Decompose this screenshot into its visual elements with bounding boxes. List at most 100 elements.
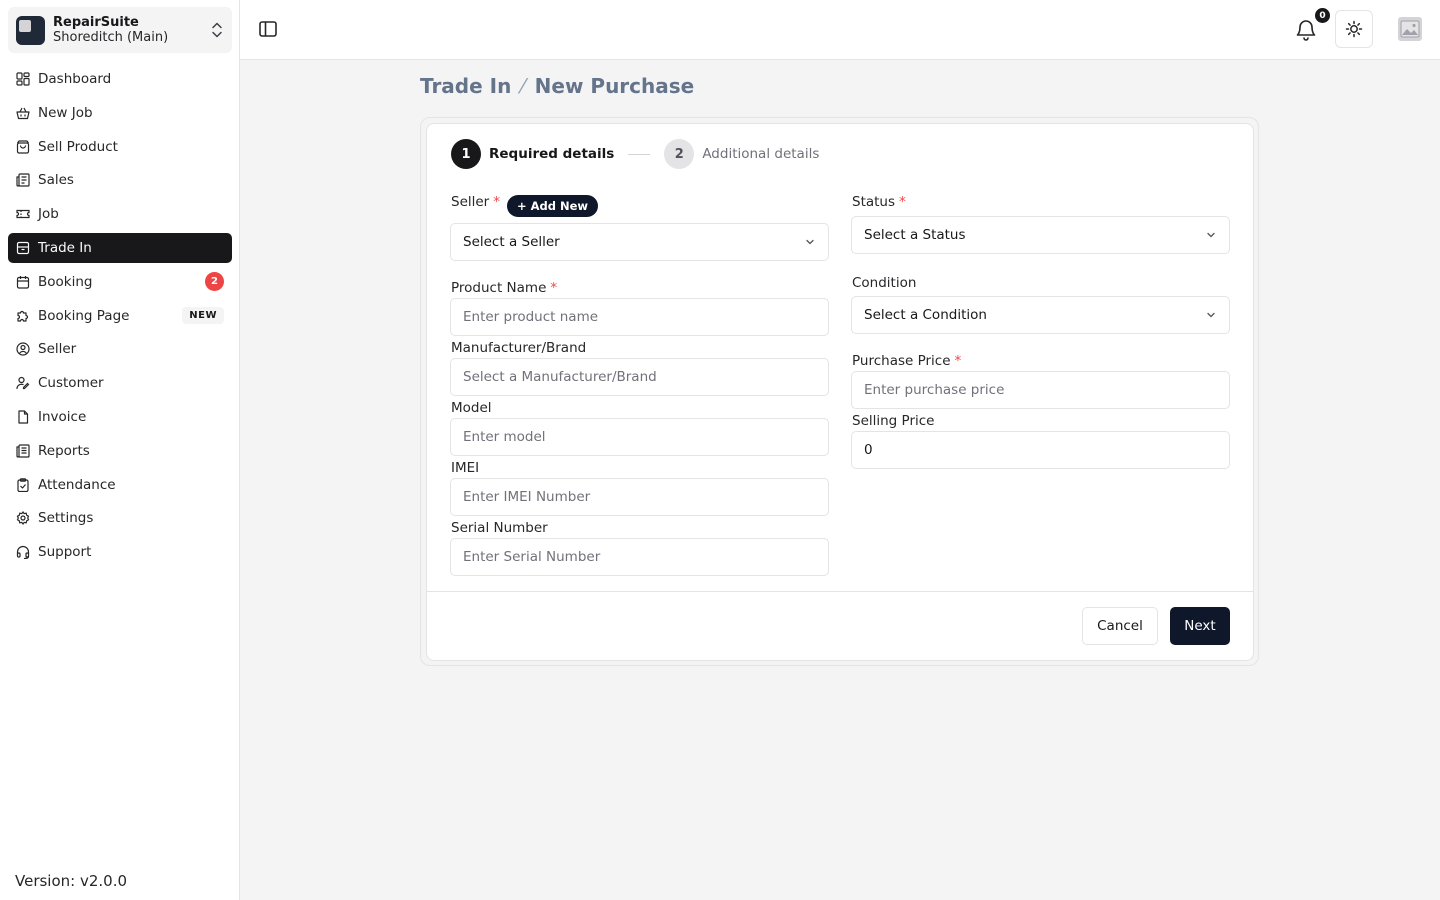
required-mark: * <box>954 353 962 369</box>
status-select[interactable]: Select a Status <box>851 216 1230 254</box>
user-pen-icon <box>16 376 30 390</box>
required-mark: * <box>493 194 500 210</box>
user-circle-icon <box>16 342 30 356</box>
breadcrumb: Trade In ⁄ New Purchase <box>420 74 694 98</box>
sidebar-item-trade-in[interactable]: Trade In <box>8 232 232 263</box>
booking-count-badge: 2 <box>205 272 224 292</box>
sidebar-item-label: Booking Page <box>38 307 130 324</box>
sidebar-item-job[interactable]: Job <box>8 199 232 229</box>
sidebar-item-sell-product[interactable]: Sell Product <box>8 132 232 162</box>
required-mark: * <box>550 280 558 296</box>
workspace-name: RepairSuite <box>53 15 139 30</box>
status-select-value: Select a Status <box>864 227 966 243</box>
archive-icon <box>16 241 30 255</box>
sidebar-item-label: Reports <box>38 442 90 459</box>
puzzle-icon <box>16 309 30 323</box>
sidebar-item-settings[interactable]: Settings <box>8 503 232 533</box>
basket-icon <box>16 106 30 120</box>
chevrons-up-down-icon <box>212 22 222 38</box>
purchase-price-input[interactable] <box>851 371 1230 409</box>
condition-select-value: Select a Condition <box>864 307 987 323</box>
sidebar-item-label: Booking <box>38 273 93 290</box>
purchase-price-label: Purchase Price * <box>852 353 961 369</box>
cancel-button[interactable]: Cancel <box>1082 607 1158 645</box>
sidebar-toggle-icon[interactable] <box>258 19 278 39</box>
seller-label: Seller * <box>451 194 500 210</box>
sidebar-item-sales[interactable]: Sales <box>8 165 232 195</box>
headset-icon <box>16 545 30 560</box>
receipt-icon <box>16 173 30 187</box>
sidebar: RepairSuite Shoreditch (Main) Dashboard … <box>0 0 240 900</box>
model-input[interactable] <box>450 418 829 456</box>
imei-label: IMEI <box>451 460 480 476</box>
file-icon <box>16 410 30 424</box>
sidebar-item-label: Settings <box>38 510 94 527</box>
sun-icon <box>1345 20 1363 38</box>
sidebar-item-booking[interactable]: Booking 2 <box>8 267 232 297</box>
selling-price-input[interactable] <box>851 431 1230 469</box>
sidebar-item-label: Job <box>38 206 59 223</box>
add-new-seller-button[interactable]: + Add New <box>507 195 599 217</box>
workspace-switcher[interactable]: RepairSuite Shoreditch (Main) <box>8 7 232 53</box>
purchase-price-label-text: Purchase Price <box>852 353 951 369</box>
sidebar-item-booking-page[interactable]: Booking Page NEW <box>8 301 232 331</box>
model-label: Model <box>451 400 492 416</box>
sidebar-item-customer[interactable]: Customer <box>8 368 232 398</box>
serial-number-label: Serial Number <box>451 520 548 536</box>
version-label: Version: v2.0.0 <box>15 872 128 890</box>
selling-price-label: Selling Price <box>852 413 935 429</box>
clipboard-check-icon <box>16 477 30 492</box>
gear-icon <box>16 511 30 526</box>
bell-icon[interactable] <box>1294 18 1318 42</box>
serial-number-input[interactable] <box>450 538 829 576</box>
stepper: 1 Required details 2 Additional details <box>451 139 819 169</box>
sidebar-item-label: Support <box>38 544 92 561</box>
breadcrumb-parent[interactable]: Trade In <box>420 74 511 98</box>
chevron-down-icon <box>806 239 814 245</box>
workspace-logo <box>16 15 45 45</box>
step-2-number[interactable]: 2 <box>664 139 695 169</box>
sidebar-item-label: Seller <box>38 341 77 358</box>
sidebar-nav: Dashboard New Job Sell Product Sales Job… <box>8 64 232 571</box>
sidebar-item-dashboard[interactable]: Dashboard <box>8 64 232 94</box>
product-name-label: Product Name * <box>451 280 557 296</box>
sidebar-item-label: Sell Product <box>38 138 118 155</box>
condition-label: Condition <box>852 275 917 291</box>
sidebar-item-label: New Job <box>38 104 93 121</box>
theme-toggle-button[interactable] <box>1335 10 1373 48</box>
condition-select[interactable]: Select a Condition <box>851 296 1230 334</box>
sidebar-item-new-job[interactable]: New Job <box>8 98 232 128</box>
new-purchase-form-card: 1 Required details 2 Additional details … <box>426 123 1254 661</box>
breadcrumb-current: New Purchase <box>534 74 695 98</box>
sidebar-item-label: Dashboard <box>38 71 112 87</box>
step-1-number[interactable]: 1 <box>451 139 481 169</box>
step-2-label[interactable]: Additional details <box>702 146 819 162</box>
step-1-label[interactable]: Required details <box>489 146 614 162</box>
shopping-bag-icon <box>16 139 30 154</box>
status-label: Status * <box>852 194 906 210</box>
manufacturer-label: Manufacturer/Brand <box>451 340 587 356</box>
sidebar-item-label: Trade In <box>38 239 92 256</box>
sidebar-item-invoice[interactable]: Invoice <box>8 402 232 432</box>
workspace-branch: Shoreditch (Main) <box>53 30 169 45</box>
next-button[interactable]: Next <box>1170 607 1230 645</box>
avatar[interactable] <box>1398 17 1422 41</box>
sidebar-item-label: Sales <box>38 172 74 189</box>
manufacturer-input[interactable] <box>450 358 829 396</box>
sidebar-item-label: Customer <box>38 375 104 392</box>
product-name-input[interactable] <box>450 298 829 336</box>
topbar: 0 <box>240 0 1440 60</box>
report-icon <box>16 444 30 458</box>
sidebar-item-reports[interactable]: Reports <box>8 436 232 466</box>
dashboard-icon <box>16 72 30 86</box>
imei-input[interactable] <box>450 478 829 516</box>
footer-divider <box>427 591 1253 592</box>
new-badge: NEW <box>182 307 224 325</box>
sidebar-item-attendance[interactable]: Attendance <box>8 470 232 500</box>
sidebar-item-seller[interactable]: Seller <box>8 334 232 364</box>
sidebar-item-support[interactable]: Support <box>8 537 232 567</box>
image-placeholder-icon <box>1400 20 1420 38</box>
calendar-icon <box>16 275 30 289</box>
seller-select[interactable]: Select a Seller <box>450 223 829 261</box>
status-label-text: Status <box>852 194 896 210</box>
